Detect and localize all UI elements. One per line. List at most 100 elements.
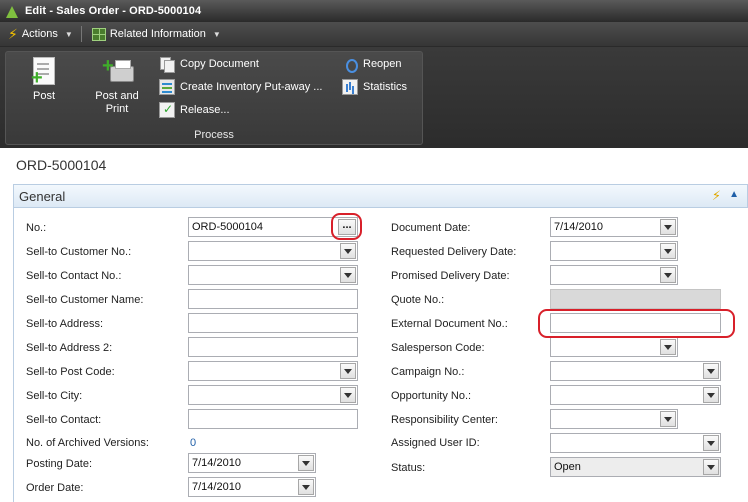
- salesperson-code-field[interactable]: [550, 337, 678, 357]
- post-button[interactable]: + Post: [20, 56, 68, 103]
- sell-to-contact-no-label: Sell-to Contact No.:: [26, 270, 122, 282]
- actions-menu[interactable]: ⚡ Actions ▼: [0, 24, 79, 45]
- promised-delivery-date-field[interactable]: [550, 265, 678, 285]
- sell-to-customer-no-field[interactable]: [188, 241, 358, 261]
- dropdown-button[interactable]: [340, 363, 356, 379]
- sell-to-contact-field[interactable]: [188, 409, 358, 429]
- sell-to-post-code-field[interactable]: [188, 361, 358, 381]
- post-and-print-button[interactable]: + Post and Print: [88, 56, 146, 116]
- document-date-field[interactable]: 7/14/2010: [550, 217, 678, 237]
- dropdown-button[interactable]: [660, 243, 676, 259]
- no-field[interactable]: ORD-5000104 ...: [188, 217, 358, 237]
- statistics-button[interactable]: Statistics: [342, 78, 407, 96]
- chevron-down-icon: ▼: [64, 29, 73, 39]
- dropdown-button[interactable]: [703, 387, 719, 403]
- collapse-icon[interactable]: ▲: [729, 189, 739, 200]
- dropdown-button[interactable]: [660, 339, 676, 355]
- copy-document-button[interactable]: Copy Document: [159, 55, 259, 73]
- sell-to-post-code-label: Sell-to Post Code:: [26, 366, 115, 378]
- dropdown-button[interactable]: [660, 411, 676, 427]
- copy-document-icon: [159, 56, 175, 73]
- status-field[interactable]: Open: [550, 457, 721, 477]
- sell-to-address-field[interactable]: [188, 313, 358, 333]
- archived-versions-label: No. of Archived Versions:: [26, 437, 149, 449]
- opportunity-no-label: Opportunity No.:: [391, 390, 472, 402]
- inventory-icon: [159, 79, 175, 95]
- external-document-no-label: External Document No.:: [391, 318, 508, 330]
- archived-versions-link[interactable]: 0: [190, 437, 196, 449]
- sell-to-city-field[interactable]: [188, 385, 358, 405]
- menu-bar: ⚡ Actions ▼ Related Information ▼: [0, 22, 748, 47]
- post-and-print-label-line2: Print: [105, 103, 129, 115]
- post-icon: +: [29, 56, 59, 88]
- statistics-label: Statistics: [363, 81, 408, 93]
- status-label: Status:: [391, 462, 426, 474]
- sell-to-customer-name-label: Sell-to Customer Name:: [26, 294, 144, 306]
- posting-date-field[interactable]: 7/14/2010: [188, 453, 316, 473]
- dropdown-button[interactable]: [340, 387, 356, 403]
- document-date-label: Document Date:: [391, 222, 471, 234]
- copy-document-label: Copy Document: [180, 58, 259, 70]
- grid-icon: [91, 27, 106, 41]
- related-information-menu[interactable]: Related Information ▼: [84, 24, 227, 45]
- dropdown-button[interactable]: [340, 267, 356, 283]
- assist-edit-button[interactable]: ...: [338, 219, 356, 235]
- create-inventory-putaway-label: Create Inventory Put-away ...: [180, 81, 323, 93]
- posting-date-value: 7/14/2010: [192, 457, 241, 469]
- printer-icon: +: [102, 56, 134, 86]
- order-date-value: 7/14/2010: [192, 481, 241, 493]
- section-title: General: [19, 188, 66, 204]
- sell-to-city-label: Sell-to City:: [26, 390, 83, 402]
- responsibility-center-field[interactable]: [550, 409, 678, 429]
- release-button[interactable]: Release...: [159, 101, 230, 119]
- related-information-label: Related Information: [109, 28, 206, 40]
- quote-no-field: [550, 289, 721, 309]
- document-date-value: 7/14/2010: [554, 221, 603, 233]
- menu-divider: [80, 26, 82, 42]
- sell-to-customer-no-label: Sell-to Customer No.:: [26, 246, 132, 258]
- requested-delivery-date-field[interactable]: [550, 241, 678, 261]
- sell-to-address-label: Sell-to Address:: [26, 318, 104, 330]
- assigned-user-id-field[interactable]: [550, 433, 721, 453]
- sell-to-contact-no-field[interactable]: [188, 265, 358, 285]
- promised-delivery-date-label: Promised Delivery Date:: [391, 270, 510, 282]
- dropdown-button[interactable]: [703, 363, 719, 379]
- campaign-no-field[interactable]: [550, 361, 721, 381]
- chevron-down-icon: ▼: [212, 29, 221, 39]
- external-document-no-field[interactable]: [550, 313, 721, 333]
- page-title: ORD-5000104: [16, 157, 107, 173]
- dropdown-button[interactable]: [298, 455, 314, 471]
- sell-to-address-2-field[interactable]: [188, 337, 358, 357]
- window-title-bar: Edit - Sales Order - ORD-5000104: [0, 0, 748, 22]
- general-section-header[interactable]: General ⚡ ▲: [13, 184, 748, 208]
- opportunity-no-field[interactable]: [550, 385, 721, 405]
- salesperson-code-label: Salesperson Code:: [391, 342, 485, 354]
- lightning-bolt-icon[interactable]: ⚡: [712, 188, 721, 204]
- dropdown-button[interactable]: [703, 459, 719, 475]
- order-date-field[interactable]: 7/14/2010: [188, 477, 316, 497]
- release-label: Release...: [180, 104, 230, 116]
- no-value: ORD-5000104: [192, 221, 263, 233]
- reopen-label: Reopen: [363, 58, 402, 70]
- post-label: Post: [32, 90, 55, 102]
- assigned-user-id-label: Assigned User ID:: [391, 437, 480, 449]
- actions-menu-label: Actions: [21, 28, 58, 40]
- create-inventory-putaway-button[interactable]: Create Inventory Put-away ...: [159, 78, 322, 96]
- reopen-button[interactable]: Reopen: [342, 55, 402, 73]
- dropdown-button[interactable]: [660, 267, 676, 283]
- dropdown-button[interactable]: [660, 219, 676, 235]
- statistics-icon: [342, 79, 358, 95]
- no-label: No.:: [26, 222, 47, 234]
- dropdown-button[interactable]: [703, 435, 719, 451]
- requested-delivery-date-label: Requested Delivery Date:: [391, 246, 517, 258]
- dropdown-button[interactable]: [340, 243, 356, 259]
- dropdown-button[interactable]: [298, 479, 314, 495]
- order-date-label: Order Date:: [26, 482, 84, 494]
- release-icon: [159, 102, 175, 118]
- responsibility-center-label: Responsibility Center:: [391, 414, 498, 426]
- reopen-icon: [342, 56, 358, 73]
- ribbon-group-label: Process: [194, 129, 234, 141]
- app-logo-icon: [5, 4, 19, 18]
- sell-to-contact-label: Sell-to Contact:: [26, 414, 102, 426]
- sell-to-customer-name-field[interactable]: [188, 289, 358, 309]
